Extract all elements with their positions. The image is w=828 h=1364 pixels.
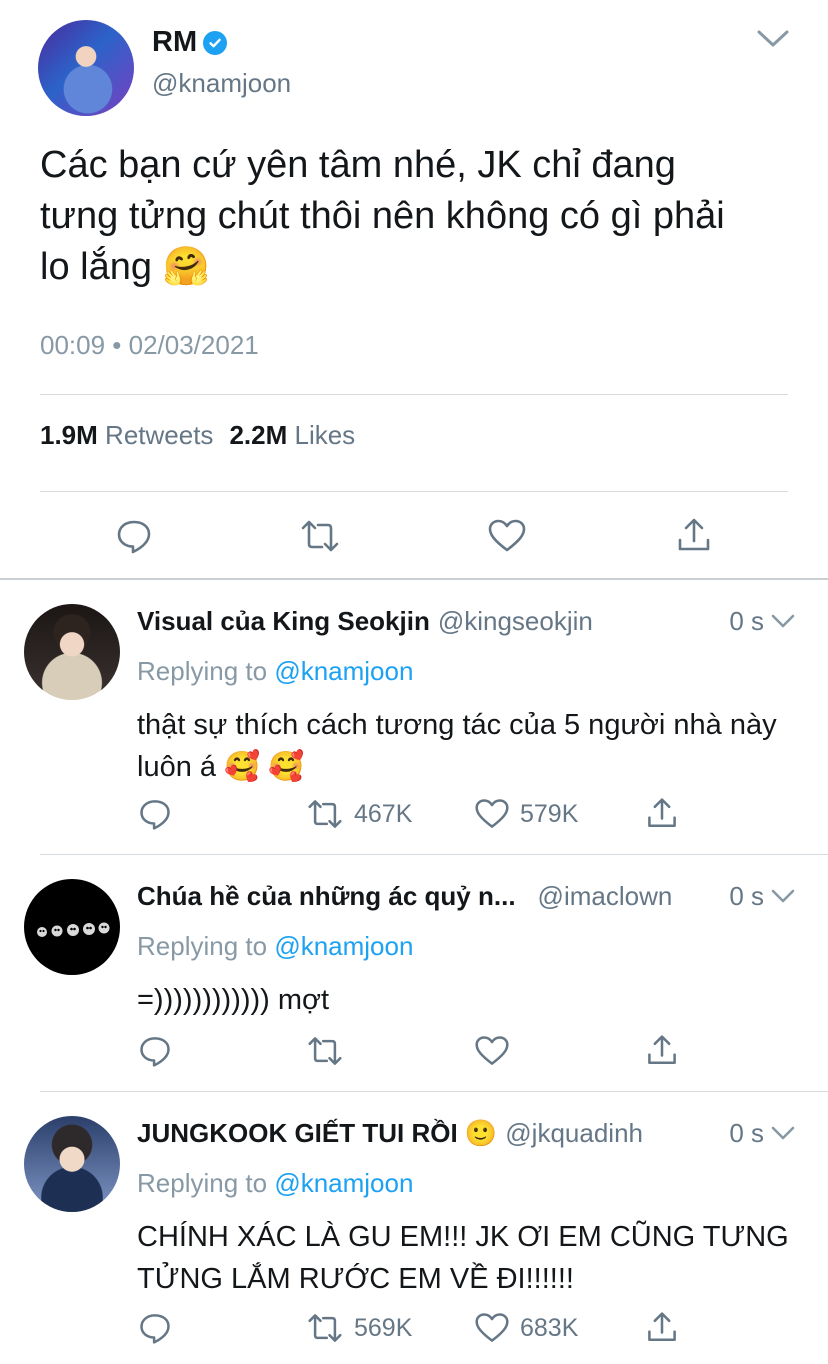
divider [40,491,788,492]
retweets-stat[interactable]: 1.9M Retweets [40,420,213,451]
replying-to-prefix: Replying to [137,1168,275,1198]
retweet-button[interactable]: 569K [306,1310,412,1346]
replying-to-prefix: Replying to [137,931,275,961]
share-button[interactable] [644,796,680,832]
author-name-label: RM [152,26,198,58]
reply-author-name[interactable]: JUNGKOOK GIẾT TUI RỒI 🙂 [137,1118,497,1149]
divider [40,394,788,395]
reply-button[interactable] [137,1033,173,1069]
chevron-down-icon[interactable] [770,612,796,630]
reply-item[interactable]: Visual của King Seokjin @kingseokjin 0 s… [0,580,828,855]
retweet-icon [308,1037,342,1065]
share-icon [648,798,676,827]
chevron-down-icon[interactable] [770,887,796,905]
reply-author-handle[interactable]: @kingseokjin [438,606,593,637]
likes-count: 2.2M [229,420,288,450]
tweet-text: Các bạn cứ yên tâm nhé, JK chỉ đang tưng… [40,144,725,288]
replying-to: Replying to @knamjoon [137,931,413,962]
reply-item[interactable]: JUNGKOOK GIẾT TUI RỒI 🙂 @jkquadinh 0 s R… [0,1092,828,1364]
like-icon [475,799,509,828]
reply-button[interactable] [137,796,173,832]
reply-time: 0 s [729,606,764,636]
reply-author-name[interactable]: Visual của King Seokjin [137,606,430,637]
main-tweet: RM @knamjoon Các bạn cứ yên tâm nhé, JK … [0,0,828,580]
reply-icon [140,1037,170,1067]
retweet-icon [301,520,339,552]
tweet-stats: 1.9M Retweets 2.2M Likes [40,420,355,451]
reply-text: thật sự thích cách tương tác của 5 người… [137,709,777,783]
reply-author-handle[interactable]: @jkquadinh [505,1118,643,1149]
share-button[interactable] [674,516,714,556]
like-button[interactable]: 683K [474,1310,578,1346]
avatar[interactable] [24,1116,120,1212]
reply-time: 0 s [729,1118,764,1148]
like-count: 579K [520,799,579,828]
replying-to-handle[interactable]: @knamjoon [274,656,413,686]
retweet-button[interactable] [300,516,340,556]
retweet-icon [308,1314,342,1342]
reply-button[interactable] [114,516,154,556]
likes-label: Likes [294,420,356,450]
avatar[interactable] [24,604,120,700]
retweet-count: 569K [354,1313,413,1342]
like-icon [475,1036,509,1065]
like-icon [475,1313,509,1342]
reply-header: Visual của King Seokjin @kingseokjin [137,606,593,637]
reply-header: Chúa hề của những ác quỷ n... @imaclown [137,881,672,912]
like-button[interactable] [487,516,527,556]
chevron-down-icon[interactable] [756,28,790,50]
replying-to-handle[interactable]: @knamjoon [274,931,413,961]
tweet-detail-screen: RM @knamjoon Các bạn cứ yên tâm nhé, JK … [0,0,828,1364]
retweet-count: 467K [354,799,413,828]
author-name[interactable]: RM [152,26,228,59]
avatar[interactable] [24,879,120,975]
retweets-count: 1.9M [40,420,98,450]
like-button[interactable]: 579K [474,796,578,832]
reply-time: 0 s [729,881,764,911]
share-icon [678,518,710,551]
reply-text: =)))))))))))) mợt [137,984,330,1016]
replying-to-handle[interactable]: @knamjoon [274,1168,413,1198]
reply-icon [117,520,151,554]
retweet-button[interactable] [306,1033,354,1069]
reply-icon [140,1314,170,1344]
retweets-label: Retweets [105,420,214,450]
reply-header: JUNGKOOK GIẾT TUI RỒI 🙂 @jkquadinh [137,1118,643,1149]
reply-icon [140,800,170,830]
tweet-timestamp: 00:09 • 02/03/2021 [40,330,259,360]
replying-to: Replying to @knamjoon [137,656,413,687]
verified-badge-icon [203,30,228,55]
share-button[interactable] [644,1310,680,1346]
skull-emoji-icon [37,922,110,937]
reply-text: CHÍNH XÁC LÀ GU EM!!! JK ƠI EM CŨNG TƯNG… [137,1221,789,1295]
reply-button[interactable] [137,1310,173,1346]
share-button[interactable] [644,1033,680,1069]
chevron-down-icon[interactable] [770,1124,796,1142]
avatar[interactable] [38,20,134,116]
reply-author-handle[interactable]: @imaclown [538,881,673,912]
share-icon [648,1035,676,1064]
likes-stat[interactable]: 2.2M Likes [229,420,355,451]
author-handle[interactable]: @knamjoon [152,68,291,99]
share-icon [648,1312,676,1341]
retweet-button[interactable]: 467K [306,796,412,832]
retweet-icon [308,800,342,828]
like-icon [488,519,526,552]
like-button[interactable] [474,1033,520,1069]
reply-item[interactable]: Chúa hề của những ác quỷ n... @imaclown … [0,855,828,1092]
reply-author-name[interactable]: Chúa hề của những ác quỷ n... [137,881,516,912]
like-count: 683K [520,1313,579,1342]
replying-to: Replying to @knamjoon [137,1168,413,1199]
replying-to-prefix: Replying to [137,656,275,686]
